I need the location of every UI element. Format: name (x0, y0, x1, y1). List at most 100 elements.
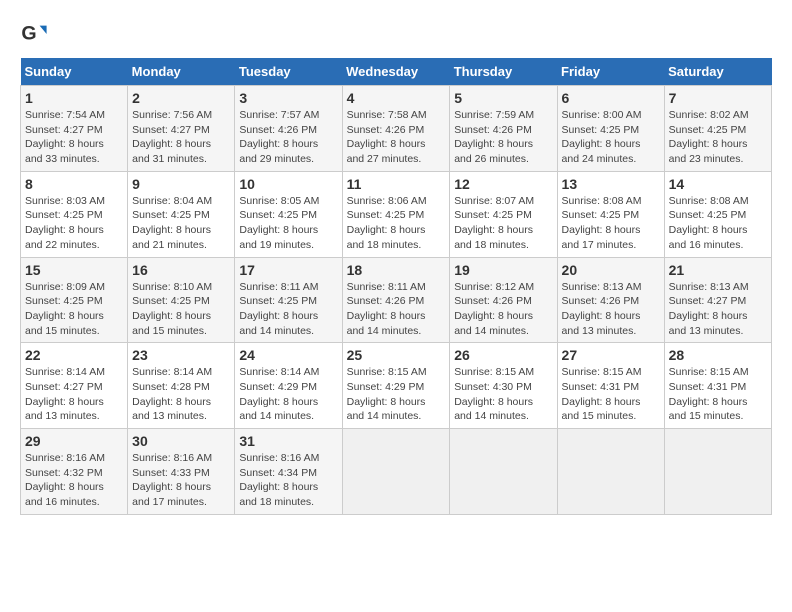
day-number: 14 (669, 176, 767, 192)
day-info: Sunrise: 7:56 AMSunset: 4:27 PMDaylight:… (132, 109, 212, 165)
calendar-cell: 22 Sunrise: 8:14 AMSunset: 4:27 PMDayligh… (21, 343, 128, 429)
calendar-header: SundayMondayTuesdayWednesdayThursdayFrid… (21, 58, 772, 86)
calendar-cell: 2 Sunrise: 7:56 AMSunset: 4:27 PMDaylight… (128, 86, 235, 172)
day-number: 16 (132, 262, 230, 278)
day-number: 2 (132, 90, 230, 106)
day-info: Sunrise: 8:10 AMSunset: 4:25 PMDaylight:… (132, 281, 212, 337)
day-number: 3 (239, 90, 337, 106)
calendar-cell: 14 Sunrise: 8:08 AMSunset: 4:25 PMDayligh… (664, 171, 771, 257)
day-number: 15 (25, 262, 123, 278)
day-info: Sunrise: 8:15 AMSunset: 4:31 PMDaylight:… (669, 366, 749, 422)
calendar-cell: 28 Sunrise: 8:15 AMSunset: 4:31 PMDayligh… (664, 343, 771, 429)
calendar-cell: 23 Sunrise: 8:14 AMSunset: 4:28 PMDayligh… (128, 343, 235, 429)
calendar-cell: 29 Sunrise: 8:16 AMSunset: 4:32 PMDayligh… (21, 429, 128, 515)
calendar-cell: 24 Sunrise: 8:14 AMSunset: 4:29 PMDayligh… (235, 343, 342, 429)
day-number: 31 (239, 433, 337, 449)
day-number: 12 (454, 176, 552, 192)
day-info: Sunrise: 8:05 AMSunset: 4:25 PMDaylight:… (239, 195, 319, 251)
logo: G (20, 20, 52, 48)
calendar-cell: 7 Sunrise: 8:02 AMSunset: 4:25 PMDaylight… (664, 86, 771, 172)
day-number: 1 (25, 90, 123, 106)
day-info: Sunrise: 8:13 AMSunset: 4:26 PMDaylight:… (562, 281, 642, 337)
week-row: 1Sunrise: 7:54 AMSunset: 4:27 PMDaylight… (21, 86, 772, 172)
day-number: 6 (562, 90, 660, 106)
calendar-cell: 27Sunrise: 8:15 AMSunset: 4:31 PMDayligh… (557, 343, 664, 429)
day-info: Sunrise: 8:00 AMSunset: 4:25 PMDaylight:… (562, 109, 642, 165)
svg-text:G: G (21, 23, 36, 45)
header-cell-wednesday: Wednesday (342, 58, 450, 86)
week-row: 22 Sunrise: 8:14 AMSunset: 4:27 PMDayligh… (21, 343, 772, 429)
calendar-cell: 26Sunrise: 8:15 AMSunset: 4:30 PMDayligh… (450, 343, 557, 429)
day-number: 9 (132, 176, 230, 192)
day-number: 18 (347, 262, 446, 278)
calendar-cell: 18 Sunrise: 8:11 AMSunset: 4:26 PMDayligh… (342, 257, 450, 343)
calendar-cell (557, 429, 664, 515)
day-number: 11 (347, 176, 446, 192)
day-number: 17 (239, 262, 337, 278)
day-info: Sunrise: 8:13 AMSunset: 4:27 PMDaylight:… (669, 281, 749, 337)
calendar-cell: 19Sunrise: 8:12 AMSunset: 4:26 PMDayligh… (450, 257, 557, 343)
calendar-cell: 21 Sunrise: 8:13 AMSunset: 4:27 PMDayligh… (664, 257, 771, 343)
calendar-cell: 25Sunrise: 8:15 AMSunset: 4:29 PMDayligh… (342, 343, 450, 429)
header-cell-saturday: Saturday (664, 58, 771, 86)
calendar-table: SundayMondayTuesdayWednesdayThursdayFrid… (20, 58, 772, 515)
day-info: Sunrise: 8:06 AMSunset: 4:25 PMDaylight:… (347, 195, 427, 251)
calendar-cell: 5 Sunrise: 7:59 AMSunset: 4:26 PMDaylight… (450, 86, 557, 172)
calendar-cell: 8 Sunrise: 8:03 AMSunset: 4:25 PMDaylight… (21, 171, 128, 257)
calendar-cell: 20 Sunrise: 8:13 AMSunset: 4:26 PMDayligh… (557, 257, 664, 343)
day-info: Sunrise: 8:07 AMSunset: 4:25 PMDaylight:… (454, 195, 534, 251)
day-number: 23 (132, 347, 230, 363)
calendar-cell: 31 Sunrise: 8:16 AMSunset: 4:34 PMDayligh… (235, 429, 342, 515)
calendar-cell: 13Sunrise: 8:08 AMSunset: 4:25 PMDayligh… (557, 171, 664, 257)
calendar-cell: 10 Sunrise: 8:05 AMSunset: 4:25 PMDayligh… (235, 171, 342, 257)
header-cell-monday: Monday (128, 58, 235, 86)
day-info: Sunrise: 8:09 AMSunset: 4:25 PMDaylight:… (25, 281, 105, 337)
day-number: 22 (25, 347, 123, 363)
calendar-cell: 6 Sunrise: 8:00 AMSunset: 4:25 PMDaylight… (557, 86, 664, 172)
day-info: Sunrise: 8:14 AMSunset: 4:28 PMDaylight:… (132, 366, 212, 422)
day-number: 28 (669, 347, 767, 363)
calendar-cell: 4Sunrise: 7:58 AMSunset: 4:26 PMDaylight… (342, 86, 450, 172)
page-header: G (20, 20, 772, 48)
day-info: Sunrise: 8:16 AMSunset: 4:34 PMDaylight:… (239, 452, 319, 508)
calendar-cell: 12 Sunrise: 8:07 AMSunset: 4:25 PMDayligh… (450, 171, 557, 257)
header-row: SundayMondayTuesdayWednesdayThursdayFrid… (21, 58, 772, 86)
day-info: Sunrise: 8:11 AMSunset: 4:26 PMDaylight:… (347, 281, 426, 337)
calendar-cell: 16 Sunrise: 8:10 AMSunset: 4:25 PMDayligh… (128, 257, 235, 343)
calendar-cell: 17 Sunrise: 8:11 AMSunset: 4:25 PMDayligh… (235, 257, 342, 343)
day-info: Sunrise: 8:03 AMSunset: 4:25 PMDaylight:… (25, 195, 105, 251)
day-number: 8 (25, 176, 123, 192)
calendar-cell (664, 429, 771, 515)
day-info: Sunrise: 7:59 AMSunset: 4:26 PMDaylight:… (454, 109, 534, 165)
day-info: Sunrise: 7:57 AMSunset: 4:26 PMDaylight:… (239, 109, 319, 165)
day-info: Sunrise: 8:11 AMSunset: 4:25 PMDaylight:… (239, 281, 318, 337)
day-info: Sunrise: 8:04 AMSunset: 4:25 PMDaylight:… (132, 195, 212, 251)
header-cell-friday: Friday (557, 58, 664, 86)
calendar-body: 1Sunrise: 7:54 AMSunset: 4:27 PMDaylight… (21, 86, 772, 515)
day-number: 20 (562, 262, 660, 278)
day-info: Sunrise: 8:15 AMSunset: 4:31 PMDaylight:… (562, 366, 642, 422)
day-info: Sunrise: 8:14 AMSunset: 4:29 PMDaylight:… (239, 366, 319, 422)
day-number: 10 (239, 176, 337, 192)
calendar-cell: 30Sunrise: 8:16 AMSunset: 4:33 PMDayligh… (128, 429, 235, 515)
calendar-cell: 11 Sunrise: 8:06 AMSunset: 4:25 PMDayligh… (342, 171, 450, 257)
day-number: 5 (454, 90, 552, 106)
calendar-cell: 9 Sunrise: 8:04 AMSunset: 4:25 PMDaylight… (128, 171, 235, 257)
day-number: 25 (347, 347, 446, 363)
calendar-cell (342, 429, 450, 515)
day-number: 21 (669, 262, 767, 278)
day-info: Sunrise: 8:08 AMSunset: 4:25 PMDaylight:… (669, 195, 749, 251)
week-row: 29 Sunrise: 8:16 AMSunset: 4:32 PMDayligh… (21, 429, 772, 515)
day-info: Sunrise: 8:12 AMSunset: 4:26 PMDaylight:… (454, 281, 534, 337)
day-number: 30 (132, 433, 230, 449)
calendar-cell: 3 Sunrise: 7:57 AMSunset: 4:26 PMDaylight… (235, 86, 342, 172)
day-number: 7 (669, 90, 767, 106)
calendar-cell: 15 Sunrise: 8:09 AMSunset: 4:25 PMDayligh… (21, 257, 128, 343)
day-number: 29 (25, 433, 123, 449)
week-row: 8 Sunrise: 8:03 AMSunset: 4:25 PMDaylight… (21, 171, 772, 257)
day-info: Sunrise: 8:02 AMSunset: 4:25 PMDaylight:… (669, 109, 749, 165)
calendar-cell (450, 429, 557, 515)
day-info: Sunrise: 8:16 AMSunset: 4:32 PMDaylight:… (25, 452, 105, 508)
day-number: 24 (239, 347, 337, 363)
day-info: Sunrise: 8:14 AMSunset: 4:27 PMDaylight:… (25, 366, 105, 422)
